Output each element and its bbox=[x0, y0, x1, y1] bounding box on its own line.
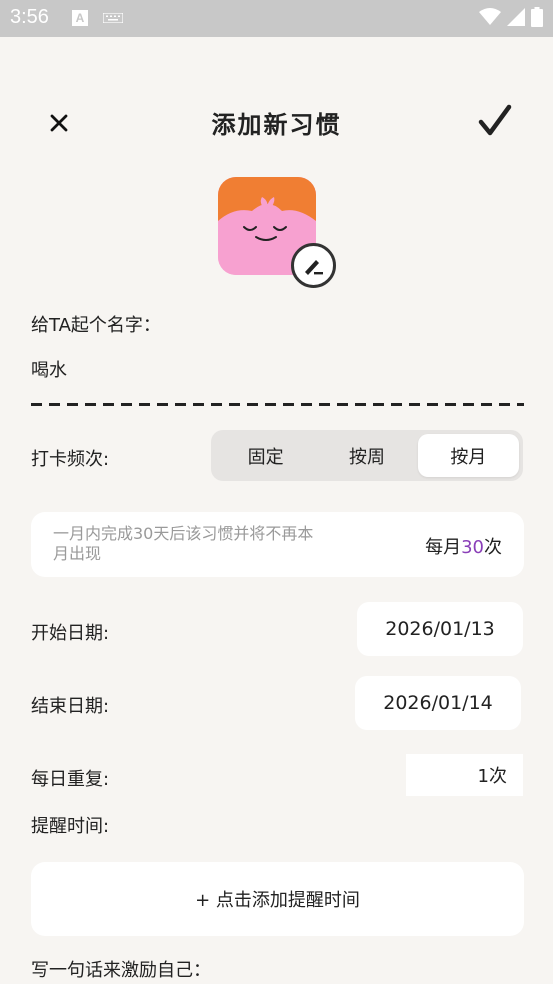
count-number: 30 bbox=[461, 537, 484, 558]
status-bar: 3:56 A bbox=[0, 0, 553, 37]
name-underline bbox=[31, 403, 524, 406]
motivation-label: 写一句话来激励自己： bbox=[31, 960, 211, 981]
edit-icon-button[interactable] bbox=[291, 243, 336, 288]
wifi-icon bbox=[479, 8, 501, 25]
daily-repeat-input[interactable]: 1次 bbox=[406, 754, 523, 796]
pencil-icon bbox=[305, 260, 323, 275]
end-date-label: 结束日期: bbox=[31, 696, 110, 717]
end-date-picker[interactable]: 2026/01/14 bbox=[355, 676, 521, 730]
start-date-picker[interactable]: 2026/01/13 bbox=[357, 602, 523, 656]
confirm-button[interactable] bbox=[478, 104, 512, 138]
checkmark-icon bbox=[478, 104, 512, 136]
frequency-selector: 固定 按周 按月 bbox=[211, 430, 523, 481]
frequency-option-weekly[interactable]: 按周 bbox=[316, 434, 417, 477]
reminder-label: 提醒时间: bbox=[31, 816, 110, 837]
count-suffix: 次 bbox=[484, 537, 502, 558]
count-prefix: 每月 bbox=[425, 537, 462, 558]
a-badge-icon: A bbox=[72, 10, 88, 26]
habit-name-input[interactable]: 喝水 bbox=[31, 356, 67, 382]
name-label: 给TA起个名字： bbox=[31, 315, 161, 336]
start-date-label: 开始日期: bbox=[31, 623, 110, 644]
add-reminder-button[interactable]: + 点击添加提醒时间 bbox=[31, 862, 524, 936]
frequency-label: 打卡频次: bbox=[31, 449, 110, 470]
frequency-description: 一月内完成30天后该习惯并将不再本月出现 bbox=[53, 524, 314, 563]
status-time: 3:56 bbox=[10, 6, 49, 28]
page-header: 添加新习惯 bbox=[0, 90, 553, 154]
frequency-option-fixed[interactable]: 固定 bbox=[215, 434, 316, 477]
daily-repeat-label: 每日重复: bbox=[31, 769, 110, 790]
frequency-option-monthly[interactable]: 按月 bbox=[417, 434, 519, 477]
page-title: 添加新习惯 bbox=[211, 111, 342, 139]
signal-icon bbox=[507, 8, 525, 26]
frequency-info-card: 一月内完成30天后该习惯并将不再本月出现 每月30次 bbox=[31, 512, 524, 577]
battery-icon bbox=[531, 7, 543, 27]
keyboard-icon bbox=[103, 13, 123, 23]
frequency-count[interactable]: 每月30次 bbox=[425, 533, 502, 559]
